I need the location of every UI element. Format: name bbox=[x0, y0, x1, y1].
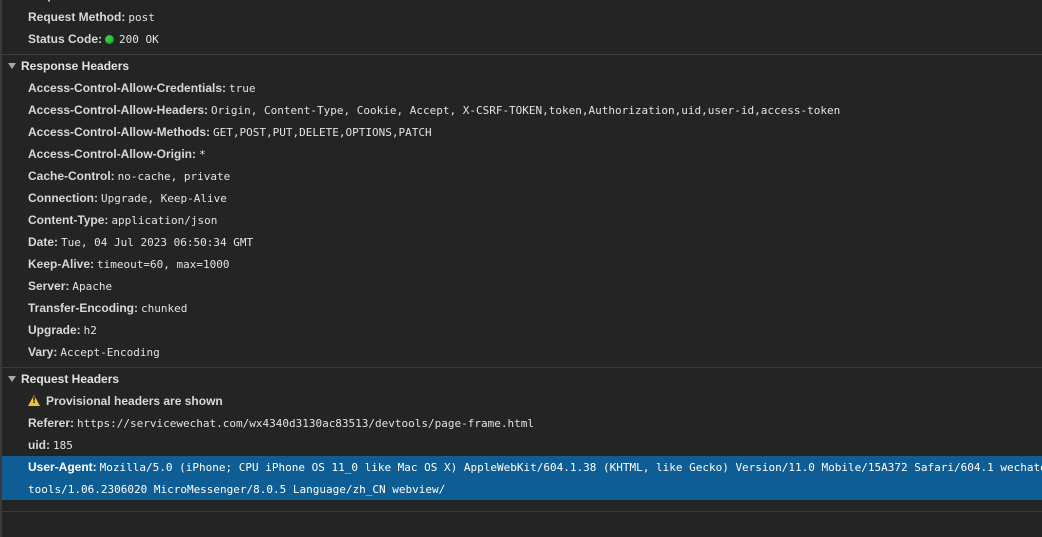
response-header-row[interactable]: Keep-Alive: timeout=60, max=1000 bbox=[2, 253, 1042, 275]
request-header-row[interactable]: uid: 185 bbox=[2, 434, 1042, 456]
response-header-key: Access-Control-Allow-Methods: bbox=[28, 125, 211, 139]
response-header-key: Cache-Control: bbox=[28, 169, 115, 183]
response-header-row[interactable]: Date: Tue, 04 Jul 2023 06:50:34 GMT bbox=[2, 231, 1042, 253]
response-headers-section[interactable]: Response Headers bbox=[2, 54, 1042, 77]
user-agent-value-1: Mozilla/5.0 (iPhone; CPU iPhone OS 11_0 … bbox=[99, 461, 1042, 474]
response-header-value: true bbox=[229, 82, 256, 95]
response-header-value: GET,POST,PUT,DELETE,OPTIONS,PATCH bbox=[213, 126, 432, 139]
response-header-row[interactable]: Upgrade: h2 bbox=[2, 319, 1042, 341]
response-header-row[interactable]: Transfer-Encoding: chunked bbox=[2, 297, 1042, 319]
request-header-key: uid: bbox=[28, 438, 50, 452]
response-header-key: Content-Type: bbox=[28, 213, 109, 227]
response-header-key: Connection: bbox=[28, 191, 98, 205]
user-agent-key: User-Agent: bbox=[28, 460, 97, 474]
response-header-key: Upgrade: bbox=[28, 323, 81, 337]
response-header-row[interactable]: Access-Control-Allow-Methods: GET,POST,P… bbox=[2, 121, 1042, 143]
request-headers-section[interactable]: Request Headers bbox=[2, 367, 1042, 390]
response-header-key: Access-Control-Allow-Credentials: bbox=[28, 81, 227, 95]
user-agent-value-2: tools/1.06.2306020 MicroMessenger/8.0.5 … bbox=[28, 483, 446, 496]
response-header-key: Access-Control-Allow-Origin: bbox=[28, 147, 197, 161]
response-header-value: no-cache, private bbox=[117, 170, 231, 183]
response-header-key: Date: bbox=[28, 235, 59, 249]
response-header-key: Server: bbox=[28, 279, 70, 293]
response-header-value: Upgrade, Keep-Alive bbox=[101, 192, 227, 205]
response-header-row[interactable]: Server: Apache bbox=[2, 275, 1042, 297]
response-header-row[interactable]: Vary: Accept-Encoding bbox=[2, 341, 1042, 363]
response-header-value: h2 bbox=[83, 324, 97, 337]
response-header-value: Tue, 04 Jul 2023 06:50:34 GMT bbox=[61, 236, 254, 249]
response-header-row[interactable]: Connection: Upgrade, Keep-Alive bbox=[2, 187, 1042, 209]
user-agent-line-2: tools/1.06.2306020 MicroMessenger/8.0.5 … bbox=[28, 478, 1042, 500]
response-header-value: * bbox=[199, 148, 206, 161]
request-headers-list: Referer: https://servicewechat.com/wx434… bbox=[2, 412, 1042, 456]
request-method-value: post bbox=[128, 11, 155, 24]
user-agent-row[interactable]: User-Agent: Mozilla/5.0 (iPhone; CPU iPh… bbox=[2, 456, 1042, 500]
request-headers-title: Request Headers bbox=[21, 372, 120, 386]
response-header-row[interactable]: Cache-Control: no-cache, private bbox=[2, 165, 1042, 187]
response-header-value: chunked bbox=[141, 302, 188, 315]
response-header-key: Vary: bbox=[28, 345, 58, 359]
response-header-value: application/json bbox=[111, 214, 218, 227]
request-method-key: Request Method: bbox=[28, 10, 126, 24]
user-agent-line-1: User-Agent: Mozilla/5.0 (iPhone; CPU iPh… bbox=[28, 456, 1042, 478]
response-header-value: Origin, Content-Type, Cookie, Accept, X-… bbox=[211, 104, 841, 117]
request-header-value: 185 bbox=[53, 439, 73, 452]
status-ok-icon bbox=[105, 35, 115, 44]
response-header-row[interactable]: Access-Control-Allow-Origin: * bbox=[2, 143, 1042, 165]
response-header-value: Accept-Encoding bbox=[60, 346, 160, 359]
response-header-row[interactable]: Content-Type: application/json bbox=[2, 209, 1042, 231]
response-header-key: Access-Control-Allow-Headers: bbox=[28, 103, 209, 117]
response-headers-title: Response Headers bbox=[21, 59, 130, 73]
response-header-row[interactable]: Access-Control-Allow-Headers: Origin, Co… bbox=[2, 99, 1042, 121]
provisional-warning-text: Provisional headers are shown bbox=[46, 394, 223, 408]
response-header-row[interactable]: Access-Control-Allow-Credentials: true bbox=[2, 77, 1042, 99]
request-header-key: Referer: bbox=[28, 416, 75, 430]
expand-triangle-icon bbox=[8, 63, 16, 69]
truncated-row-text: Request URL: bbox=[28, 0, 107, 6]
response-header-value: timeout=60, max=1000 bbox=[97, 258, 230, 271]
divider bbox=[2, 511, 1042, 512]
expand-triangle-icon bbox=[8, 376, 16, 382]
request-header-row[interactable]: Referer: https://servicewechat.com/wx434… bbox=[2, 412, 1042, 434]
status-code-key: Status Code: bbox=[28, 32, 103, 46]
request-header-value: https://servicewechat.com/wx4340d3130ac8… bbox=[77, 417, 534, 430]
response-headers-list: Access-Control-Allow-Credentials: true Ac… bbox=[2, 77, 1042, 363]
status-code-value: 200 OK bbox=[119, 33, 159, 46]
truncated-row: Request URL: bbox=[2, 0, 1042, 6]
response-header-key: Transfer-Encoding: bbox=[28, 301, 139, 315]
response-header-key: Keep-Alive: bbox=[28, 257, 95, 271]
request-method-row[interactable]: Request Method: post bbox=[2, 6, 1042, 28]
provisional-warning-row: Provisional headers are shown bbox=[2, 390, 1042, 412]
warning-icon bbox=[28, 395, 40, 406]
status-code-row[interactable]: Status Code: 200 OK bbox=[2, 28, 1042, 50]
response-header-value: Apache bbox=[72, 280, 113, 293]
headers-panel: Request URL: Request Method: post Status… bbox=[0, 0, 1042, 537]
